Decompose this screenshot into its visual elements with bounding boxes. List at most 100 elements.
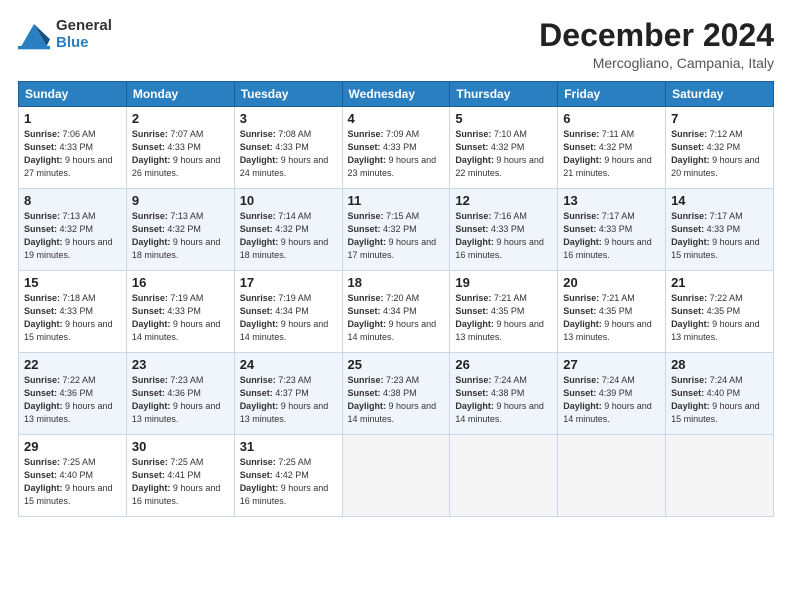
day-number: 13 <box>563 193 660 208</box>
col-header-wednesday: Wednesday <box>342 82 450 107</box>
day-number: 19 <box>455 275 552 290</box>
day-cell: 5 Sunrise: 7:10 AMSunset: 4:32 PMDaylight… <box>450 107 558 189</box>
cell-content: Sunrise: 7:21 AMSunset: 4:35 PMDaylight:… <box>563 292 660 344</box>
day-cell <box>666 435 774 517</box>
logo-text: General Blue <box>56 18 112 51</box>
day-cell: 19 Sunrise: 7:21 AMSunset: 4:35 PMDayligh… <box>450 271 558 353</box>
day-cell: 9 Sunrise: 7:13 AMSunset: 4:32 PMDaylight… <box>126 189 234 271</box>
day-number: 10 <box>240 193 337 208</box>
day-number: 21 <box>671 275 768 290</box>
cell-content: Sunrise: 7:08 AMSunset: 4:33 PMDaylight:… <box>240 128 337 180</box>
cell-content: Sunrise: 7:23 AMSunset: 4:37 PMDaylight:… <box>240 374 337 426</box>
cell-content: Sunrise: 7:16 AMSunset: 4:33 PMDaylight:… <box>455 210 552 262</box>
cell-content: Sunrise: 7:14 AMSunset: 4:32 PMDaylight:… <box>240 210 337 262</box>
day-number: 6 <box>563 111 660 126</box>
day-cell: 14 Sunrise: 7:17 AMSunset: 4:33 PMDayligh… <box>666 189 774 271</box>
day-cell: 18Sunrise: 7:20 AMSunset: 4:34 PMDayligh… <box>342 271 450 353</box>
day-cell: 13 Sunrise: 7:17 AMSunset: 4:33 PMDayligh… <box>558 189 666 271</box>
title-block: December 2024 Mercogliano, Campania, Ita… <box>539 18 774 71</box>
day-cell: 6 Sunrise: 7:11 AMSunset: 4:32 PMDaylight… <box>558 107 666 189</box>
day-number: 31 <box>240 439 337 454</box>
day-cell: 27 Sunrise: 7:24 AMSunset: 4:39 PMDayligh… <box>558 353 666 435</box>
cell-content: Sunrise: 7:24 AMSunset: 4:40 PMDaylight:… <box>671 374 768 426</box>
week-row-4: 22 Sunrise: 7:22 AMSunset: 4:36 PMDayligh… <box>19 353 774 435</box>
day-number: 16 <box>132 275 229 290</box>
day-number: 15 <box>24 275 121 290</box>
week-row-2: 8 Sunrise: 7:13 AMSunset: 4:32 PMDaylight… <box>19 189 774 271</box>
day-number: 29 <box>24 439 121 454</box>
day-number: 27 <box>563 357 660 372</box>
day-number: 25 <box>348 357 445 372</box>
cell-content: Sunrise: 7:23 AMSunset: 4:36 PMDaylight:… <box>132 374 229 426</box>
header: General Blue December 2024 Mercogliano, … <box>18 18 774 71</box>
cell-content: Sunrise: 7:17 AMSunset: 4:33 PMDaylight:… <box>671 210 768 262</box>
cell-content: Sunrise: 7:24 AMSunset: 4:38 PMDaylight:… <box>455 374 552 426</box>
day-number: 4 <box>348 111 445 126</box>
day-number: 26 <box>455 357 552 372</box>
day-cell: 24 Sunrise: 7:23 AMSunset: 4:37 PMDayligh… <box>234 353 342 435</box>
calendar-page: General Blue December 2024 Mercogliano, … <box>0 0 792 612</box>
day-cell: 22 Sunrise: 7:22 AMSunset: 4:36 PMDayligh… <box>19 353 127 435</box>
cell-content: Sunrise: 7:13 AMSunset: 4:32 PMDaylight:… <box>132 210 229 262</box>
col-header-monday: Monday <box>126 82 234 107</box>
day-number: 3 <box>240 111 337 126</box>
day-number: 8 <box>24 193 121 208</box>
day-cell: 23 Sunrise: 7:23 AMSunset: 4:36 PMDayligh… <box>126 353 234 435</box>
day-cell <box>342 435 450 517</box>
day-cell <box>450 435 558 517</box>
col-header-sunday: Sunday <box>19 82 127 107</box>
day-number: 7 <box>671 111 768 126</box>
cell-content: Sunrise: 7:13 AMSunset: 4:32 PMDaylight:… <box>24 210 121 262</box>
cell-content: Sunrise: 7:21 AMSunset: 4:35 PMDaylight:… <box>455 292 552 344</box>
cell-content: Sunrise: 7:25 AMSunset: 4:42 PMDaylight:… <box>240 456 337 508</box>
cell-content: Sunrise: 7:10 AMSunset: 4:32 PMDaylight:… <box>455 128 552 180</box>
week-row-1: 1 Sunrise: 7:06 AMSunset: 4:33 PMDaylight… <box>19 107 774 189</box>
day-number: 24 <box>240 357 337 372</box>
cell-content: Sunrise: 7:12 AMSunset: 4:32 PMDaylight:… <box>671 128 768 180</box>
cell-content: Sunrise: 7:11 AMSunset: 4:32 PMDaylight:… <box>563 128 660 180</box>
day-cell: 25 Sunrise: 7:23 AMSunset: 4:38 PMDayligh… <box>342 353 450 435</box>
day-cell: 17 Sunrise: 7:19 AMSunset: 4:34 PMDayligh… <box>234 271 342 353</box>
col-header-thursday: Thursday <box>450 82 558 107</box>
day-cell: 15 Sunrise: 7:18 AMSunset: 4:33 PMDayligh… <box>19 271 127 353</box>
logo-icon <box>18 19 50 51</box>
logo: General Blue <box>18 18 112 51</box>
day-cell: 2Sunrise: 7:07 AMSunset: 4:33 PMDaylight… <box>126 107 234 189</box>
day-cell: 8 Sunrise: 7:13 AMSunset: 4:32 PMDaylight… <box>19 189 127 271</box>
month-title: December 2024 <box>539 18 774 53</box>
cell-content: Sunrise: 7:23 AMSunset: 4:38 PMDaylight:… <box>348 374 445 426</box>
cell-content: Sunrise: 7:15 AMSunset: 4:32 PMDaylight:… <box>348 210 445 262</box>
week-row-5: 29Sunrise: 7:25 AMSunset: 4:40 PMDayligh… <box>19 435 774 517</box>
cell-content: Sunrise: 7:22 AMSunset: 4:35 PMDaylight:… <box>671 292 768 344</box>
day-cell: 20 Sunrise: 7:21 AMSunset: 4:35 PMDayligh… <box>558 271 666 353</box>
day-number: 5 <box>455 111 552 126</box>
day-number: 28 <box>671 357 768 372</box>
cell-content: Sunrise: 7:17 AMSunset: 4:33 PMDaylight:… <box>563 210 660 262</box>
calendar-table: SundayMondayTuesdayWednesdayThursdayFrid… <box>18 81 774 517</box>
day-cell: 21 Sunrise: 7:22 AMSunset: 4:35 PMDayligh… <box>666 271 774 353</box>
day-number: 20 <box>563 275 660 290</box>
day-cell: 12 Sunrise: 7:16 AMSunset: 4:33 PMDayligh… <box>450 189 558 271</box>
day-cell <box>558 435 666 517</box>
cell-content: Sunrise: 7:22 AMSunset: 4:36 PMDaylight:… <box>24 374 121 426</box>
col-header-tuesday: Tuesday <box>234 82 342 107</box>
day-number: 9 <box>132 193 229 208</box>
day-number: 22 <box>24 357 121 372</box>
day-number: 23 <box>132 357 229 372</box>
day-cell: 1 Sunrise: 7:06 AMSunset: 4:33 PMDaylight… <box>19 107 127 189</box>
day-cell: 3 Sunrise: 7:08 AMSunset: 4:33 PMDaylight… <box>234 107 342 189</box>
day-number: 12 <box>455 193 552 208</box>
cell-content: Sunrise: 7:06 AMSunset: 4:33 PMDaylight:… <box>24 128 121 180</box>
cell-content: Sunrise: 7:19 AMSunset: 4:34 PMDaylight:… <box>240 292 337 344</box>
day-cell: 11 Sunrise: 7:15 AMSunset: 4:32 PMDayligh… <box>342 189 450 271</box>
cell-content: Sunrise: 7:07 AMSunset: 4:33 PMDaylight:… <box>132 128 229 180</box>
day-cell: 29Sunrise: 7:25 AMSunset: 4:40 PMDayligh… <box>19 435 127 517</box>
day-number: 1 <box>24 111 121 126</box>
day-number: 17 <box>240 275 337 290</box>
day-cell: 26 Sunrise: 7:24 AMSunset: 4:38 PMDayligh… <box>450 353 558 435</box>
day-number: 14 <box>671 193 768 208</box>
cell-content: Sunrise: 7:18 AMSunset: 4:33 PMDaylight:… <box>24 292 121 344</box>
cell-content: Sunrise: 7:24 AMSunset: 4:39 PMDaylight:… <box>563 374 660 426</box>
day-cell: 16Sunrise: 7:19 AMSunset: 4:33 PMDayligh… <box>126 271 234 353</box>
day-number: 11 <box>348 193 445 208</box>
